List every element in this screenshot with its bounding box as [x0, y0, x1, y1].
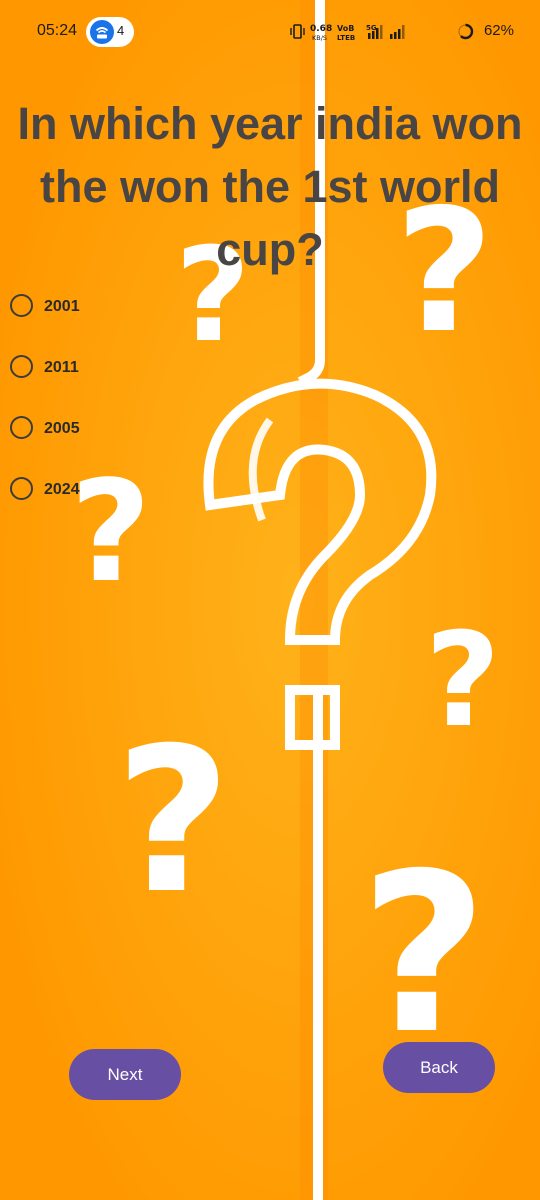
svg-text:VoB: VoB	[337, 24, 354, 33]
status-time: 05:24	[37, 22, 78, 39]
svg-text:KB/S: KB/S	[312, 34, 327, 42]
answer-option-2005[interactable]: 2005	[10, 414, 210, 475]
5g-signal-icon: 5G	[366, 24, 383, 39]
radio-button[interactable]	[10, 355, 33, 378]
radio-button[interactable]	[10, 477, 33, 500]
answer-option-2001[interactable]: 2001	[10, 292, 210, 353]
svg-text:5G: 5G	[366, 24, 377, 32]
question-text: In which year india won the won the 1st …	[17, 98, 523, 275]
signal-icon	[390, 25, 405, 39]
radio-button[interactable]	[10, 294, 33, 317]
volte-icon: VoB LTEB	[337, 24, 355, 42]
answer-option-2024[interactable]: 2024	[10, 475, 210, 536]
answer-label: 2001	[44, 298, 80, 315]
answer-options: 2001 2011 2005 2024	[10, 292, 210, 536]
hotspot-indicator[interactable]: 4	[86, 17, 134, 47]
battery-icon	[457, 23, 474, 40]
back-button[interactable]: Back	[383, 1042, 495, 1093]
svg-text:?: ?	[115, 705, 231, 938]
battery-percentage: 62%	[483, 22, 514, 39]
network-speed-icon: 0.68 KB/S	[310, 24, 332, 42]
answer-label: 2024	[44, 481, 80, 498]
quiz-screen: ? ? ? ? ? ? 05:24 4 0.68 KB/S VoB LTEB 5…	[0, 0, 540, 1200]
hotspot-device-count: 4	[117, 23, 125, 38]
answer-option-2011[interactable]: 2011	[10, 353, 210, 414]
signal-icons: 0.68 KB/S VoB LTEB 5G	[290, 24, 405, 42]
status-bar: 05:24 4 0.68 KB/S VoB LTEB 5G 62%	[0, 0, 540, 64]
svg-text:0.68: 0.68	[310, 24, 332, 34]
answer-label: 2005	[44, 420, 80, 437]
vibrate-icon	[290, 24, 305, 39]
next-button[interactable]: Next	[69, 1049, 181, 1100]
hotspot-icon	[90, 20, 114, 44]
svg-text:LTEB: LTEB	[337, 34, 355, 42]
svg-text:?: ?	[425, 604, 500, 756]
answer-label: 2011	[44, 359, 79, 376]
radio-button[interactable]	[10, 416, 33, 439]
